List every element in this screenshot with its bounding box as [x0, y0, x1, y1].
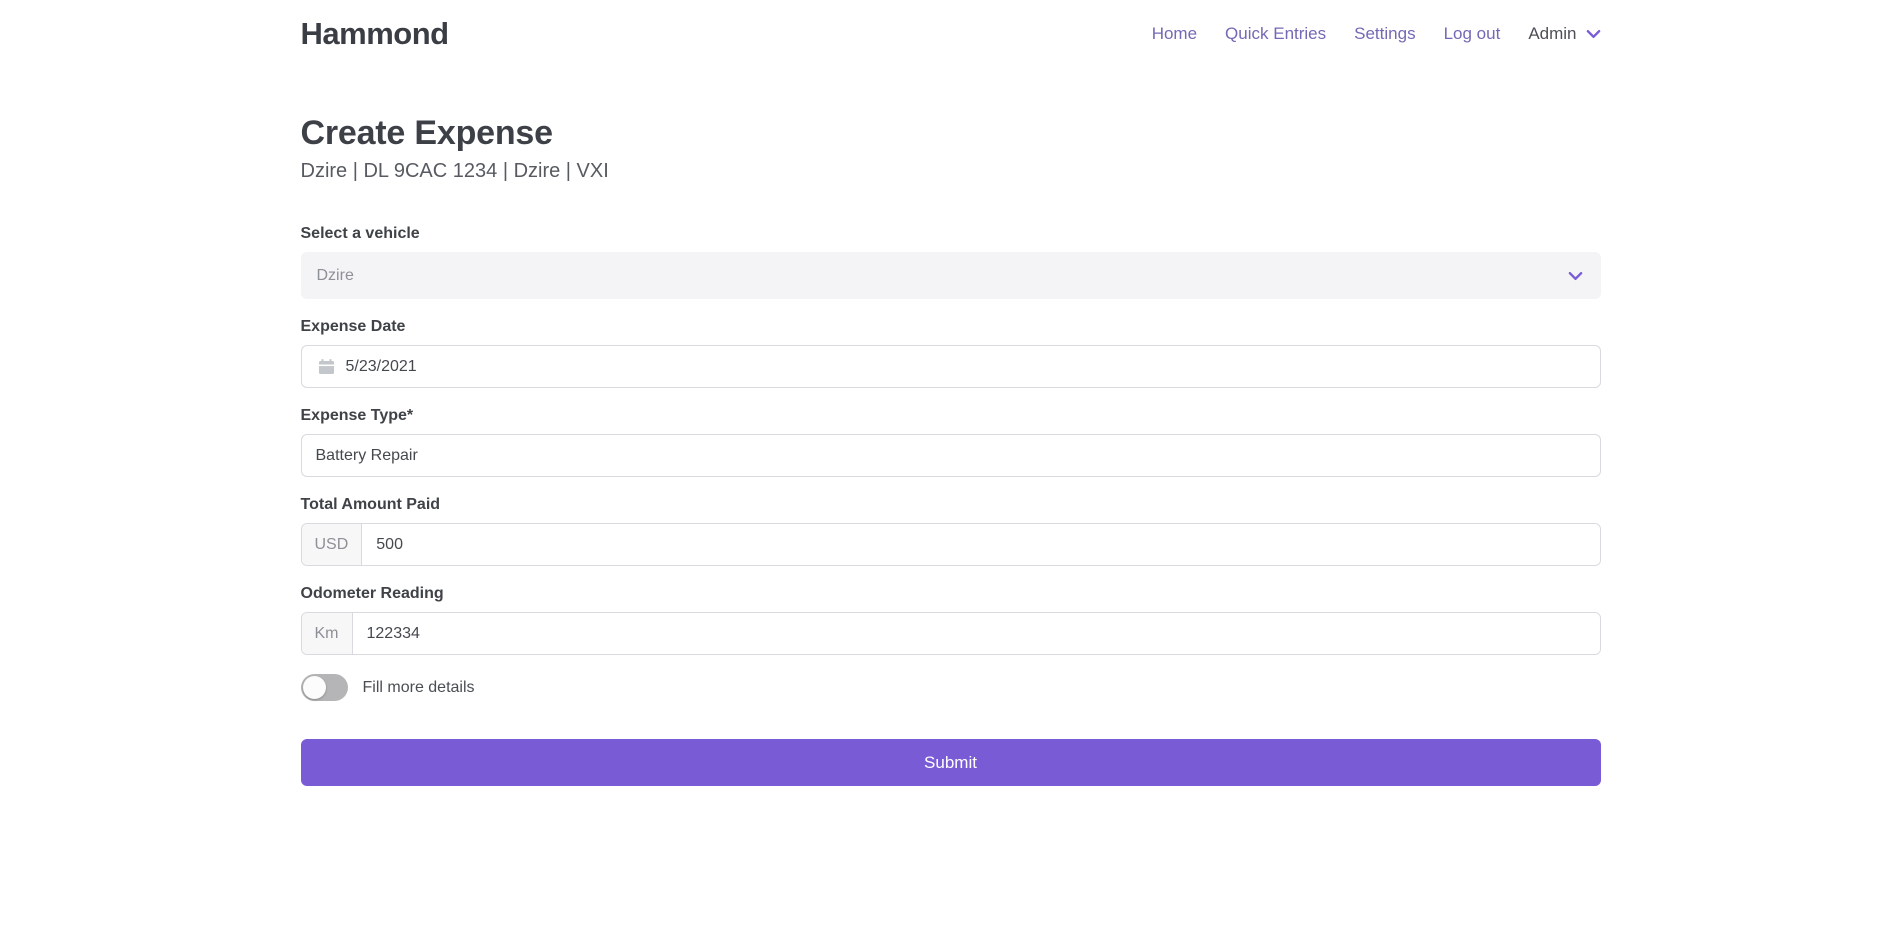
expense-date-input[interactable] [346, 346, 1586, 387]
fill-more-details-toggle[interactable] [301, 674, 348, 701]
odometer-group: Km [301, 612, 1601, 655]
top-nav: Hammond Home Quick Entries Settings Log … [0, 0, 1901, 52]
calendar-icon [318, 358, 335, 375]
expense-date-input-wrap [301, 345, 1601, 388]
toggle-knob [303, 676, 326, 699]
total-amount-input[interactable] [362, 524, 1599, 565]
expense-type-input[interactable] [301, 434, 1601, 477]
vehicle-label: Select a vehicle [301, 225, 1601, 243]
brand-logo[interactable]: Hammond [301, 16, 449, 52]
odometer-input[interactable] [353, 613, 1600, 654]
expense-date-field: Expense Date [301, 318, 1601, 388]
nav-quick-entries[interactable]: Quick Entries [1225, 24, 1326, 44]
unit-addon: Km [302, 613, 353, 654]
vehicle-select[interactable]: Dzire [301, 252, 1601, 299]
chevron-down-icon [1586, 29, 1601, 39]
chevron-down-icon [1568, 271, 1583, 281]
currency-addon: USD [302, 524, 363, 565]
create-expense-form: Select a vehicle Dzire Expense Date [301, 225, 1601, 786]
nav-settings[interactable]: Settings [1354, 24, 1415, 44]
vehicle-field: Select a vehicle Dzire [301, 225, 1601, 299]
expense-type-label: Expense Type* [301, 407, 1601, 425]
total-amount-label: Total Amount Paid [301, 496, 1601, 514]
nav-log-out[interactable]: Log out [1444, 24, 1501, 44]
submit-button[interactable]: Submit [301, 739, 1601, 786]
nav-home[interactable]: Home [1152, 24, 1197, 44]
expense-type-field: Expense Type* [301, 407, 1601, 477]
page-title: Create Expense [301, 114, 1601, 153]
total-amount-field: Total Amount Paid USD [301, 496, 1601, 566]
user-menu[interactable]: Admin [1528, 24, 1600, 44]
odometer-field: Odometer Reading Km [301, 585, 1601, 655]
vehicle-selected-value: Dzire [317, 267, 354, 285]
user-menu-label: Admin [1528, 24, 1576, 44]
nav-links: Home Quick Entries Settings Log out Admi… [1152, 24, 1601, 44]
total-amount-group: USD [301, 523, 1601, 566]
odometer-label: Odometer Reading [301, 585, 1601, 603]
fill-more-details-row: Fill more details [301, 674, 1601, 701]
fill-more-details-label: Fill more details [363, 679, 475, 697]
page-subtitle: Dzire | DL 9CAC 1234 | Dzire | VXI [301, 160, 1601, 183]
expense-date-label: Expense Date [301, 318, 1601, 336]
